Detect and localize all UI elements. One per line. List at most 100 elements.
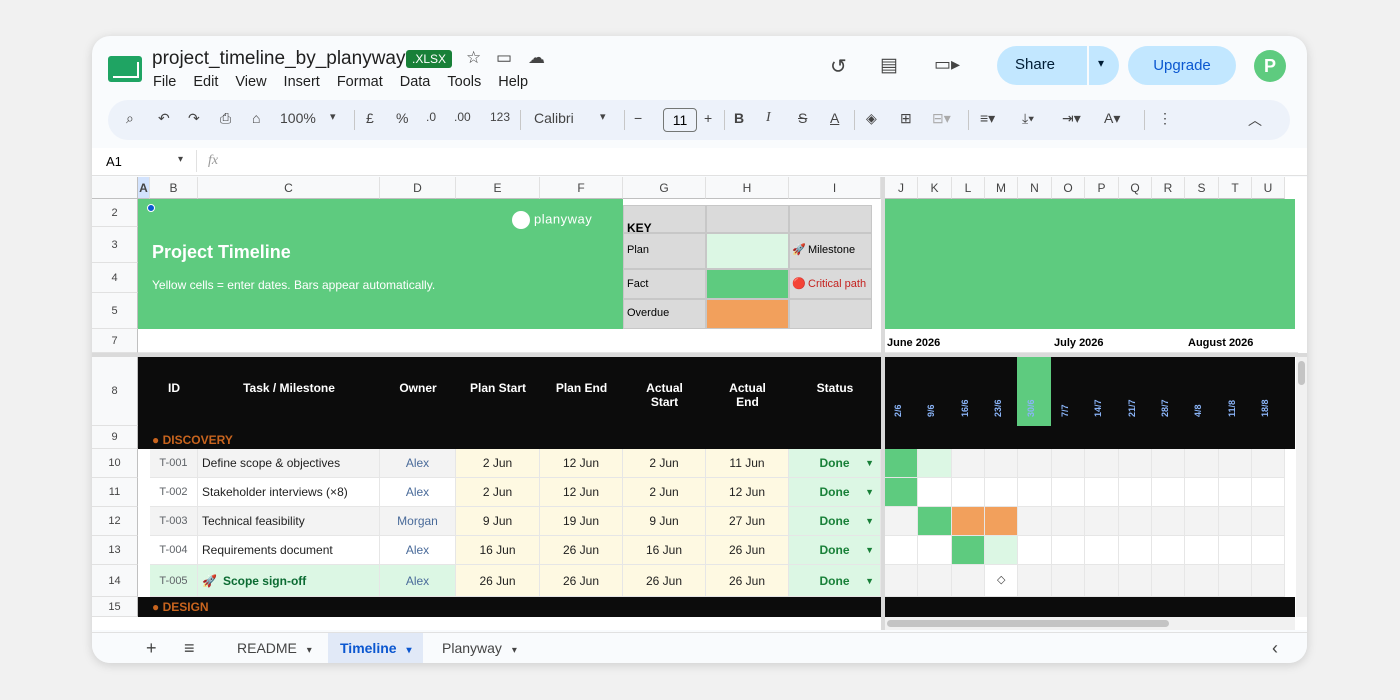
gantt-cell[interactable] — [1219, 565, 1252, 597]
tab-readme[interactable]: README ▾ — [227, 633, 322, 663]
gantt-cell[interactable] — [1252, 478, 1285, 507]
upgrade-button[interactable]: Upgrade — [1128, 46, 1236, 85]
formula-input[interactable] — [232, 154, 1292, 172]
table-cell[interactable]: Alex — [380, 565, 456, 597]
chevron-down-icon[interactable]: ▼ — [865, 507, 874, 535]
column-header[interactable]: Q — [1119, 177, 1152, 199]
zoom-select[interactable]: 100% — [280, 110, 316, 126]
gantt-cell[interactable] — [985, 507, 1018, 536]
row-header[interactable]: 15 — [92, 597, 138, 617]
gantt-cell[interactable] — [1252, 565, 1285, 597]
collapse-menus-icon[interactable]: ︿ — [1248, 110, 1262, 130]
row-header[interactable]: 11 — [92, 478, 138, 507]
column-header[interactable]: E — [456, 177, 540, 199]
table-cell[interactable]: T-005 — [150, 565, 198, 597]
row-header[interactable]: 9 — [92, 426, 138, 449]
table-cell[interactable]: Define scope & objectives — [198, 449, 380, 478]
tab-timeline[interactable]: Timeline ▾ — [328, 633, 424, 663]
star-icon[interactable]: ☆ — [466, 48, 481, 68]
gantt-cell[interactable] — [1085, 449, 1119, 478]
table-cell[interactable]: 26 Jun — [706, 565, 789, 597]
table-cell[interactable]: T-001 — [150, 449, 198, 478]
increase-decimal[interactable]: .00 — [454, 110, 471, 124]
vertical-align-icon[interactable]: ⤓▾ — [1022, 110, 1034, 127]
column-header[interactable]: K — [918, 177, 952, 199]
font-select[interactable]: Calibri — [534, 110, 574, 126]
gantt-cell[interactable] — [1152, 565, 1185, 597]
table-cell[interactable]: Requirements document — [198, 536, 380, 565]
column-header[interactable]: A — [138, 177, 150, 199]
horizontal-scroll-thumb[interactable] — [887, 620, 1169, 627]
table-cell[interactable]: 2 Jun — [623, 449, 706, 478]
font-size-input[interactable]: 11 — [663, 108, 697, 132]
add-sheet-button[interactable]: + — [146, 633, 157, 663]
select-all-corner[interactable] — [92, 177, 138, 199]
gantt-cell[interactable] — [1119, 565, 1152, 597]
frozen-column-divider[interactable] — [881, 177, 885, 630]
search-icon[interactable]: ⌕ — [126, 110, 134, 127]
gantt-cell[interactable] — [1085, 507, 1119, 536]
menu-help[interactable]: Help — [498, 74, 528, 90]
gantt-cell[interactable] — [1185, 507, 1219, 536]
column-header[interactable]: G — [623, 177, 706, 199]
chevron-down-icon[interactable]: ▼ — [865, 449, 874, 477]
chevron-down-icon[interactable]: ▾ — [512, 645, 517, 656]
gantt-cell[interactable] — [952, 565, 985, 597]
vertical-scroll-thumb[interactable] — [1298, 361, 1305, 385]
gantt-cell[interactable] — [1119, 449, 1152, 478]
text-wrapping-icon[interactable]: ⇥▾ — [1062, 110, 1081, 127]
table-cell[interactable]: 26 Jun — [540, 565, 623, 597]
borders-icon[interactable]: ⊞ — [900, 110, 912, 127]
gantt-cell[interactable] — [1052, 449, 1085, 478]
document-title[interactable]: project_timeline_by_planyway — [152, 48, 405, 70]
gantt-cell[interactable] — [952, 478, 985, 507]
table-cell[interactable]: 9 Jun — [623, 507, 706, 536]
gantt-cell[interactable] — [1018, 565, 1052, 597]
sheet-grid[interactable]: planyway Project Timeline Yellow cells =… — [92, 177, 1307, 630]
column-header[interactable]: L — [952, 177, 985, 199]
chevron-down-icon[interactable]: ▾ — [178, 154, 183, 165]
column-header[interactable]: U — [1252, 177, 1285, 199]
row-header[interactable]: 12 — [92, 507, 138, 536]
gantt-cell[interactable] — [885, 565, 918, 597]
more-icon[interactable]: ⋮ — [1158, 110, 1172, 127]
gantt-cell[interactable] — [918, 507, 952, 536]
horizontal-align-icon[interactable]: ≡▾ — [980, 110, 995, 127]
table-cell[interactable]: Done ▼ — [789, 536, 881, 565]
gantt-cell[interactable] — [1119, 507, 1152, 536]
chevron-down-icon[interactable]: ▾ — [600, 110, 606, 123]
table-cell[interactable]: T-002 — [150, 478, 198, 507]
menu-format[interactable]: Format — [337, 74, 383, 90]
table-cell[interactable]: 26 Jun — [623, 565, 706, 597]
strikethrough-button[interactable]: S — [798, 110, 807, 126]
column-header[interactable]: P — [1085, 177, 1119, 199]
chevron-down-icon[interactable]: ▾ — [330, 110, 336, 123]
column-header[interactable]: O — [1052, 177, 1085, 199]
column-header[interactable]: T — [1219, 177, 1252, 199]
column-header[interactable]: B — [150, 177, 198, 199]
share-dropdown-icon[interactable]: ▾ — [1098, 56, 1104, 70]
gantt-cell[interactable] — [1052, 478, 1085, 507]
menu-edit[interactable]: Edit — [193, 74, 218, 90]
chevron-down-icon[interactable]: ▼ — [865, 536, 874, 564]
column-header[interactable]: J — [885, 177, 918, 199]
gantt-cell[interactable] — [885, 478, 918, 507]
table-cell[interactable]: 9 Jun — [456, 507, 540, 536]
table-cell[interactable]: 26 Jun — [456, 565, 540, 597]
row-header[interactable]: 4 — [92, 263, 138, 293]
gantt-cell[interactable] — [1085, 565, 1119, 597]
increase-font-size[interactable]: + — [704, 110, 712, 126]
table-cell[interactable]: T-003 — [150, 507, 198, 536]
more-formats[interactable]: 123 — [490, 110, 510, 124]
print-icon[interactable]: ⎙ — [220, 110, 231, 127]
gantt-cell[interactable] — [1185, 565, 1219, 597]
table-cell[interactable]: 26 Jun — [706, 536, 789, 565]
menu-insert[interactable]: Insert — [284, 74, 320, 90]
column-header[interactable]: N — [1018, 177, 1052, 199]
move-folder-icon[interactable]: ▭ — [496, 48, 512, 68]
gantt-cell[interactable] — [952, 449, 985, 478]
sheets-logo-icon[interactable] — [108, 56, 142, 82]
gantt-cell[interactable] — [1152, 536, 1185, 565]
row-header[interactable]: 8 — [92, 357, 138, 426]
chevron-down-icon[interactable]: ▾ — [406, 645, 411, 656]
